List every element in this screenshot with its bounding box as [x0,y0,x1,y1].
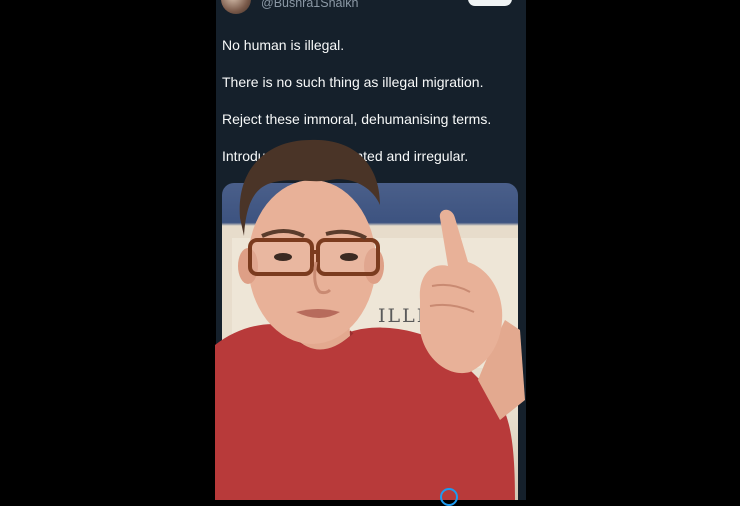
presenter-overlay [215,139,525,500]
eye-left [274,253,292,261]
hand [419,209,503,374]
link-icon[interactable] [440,488,458,506]
eye-right [340,253,358,261]
